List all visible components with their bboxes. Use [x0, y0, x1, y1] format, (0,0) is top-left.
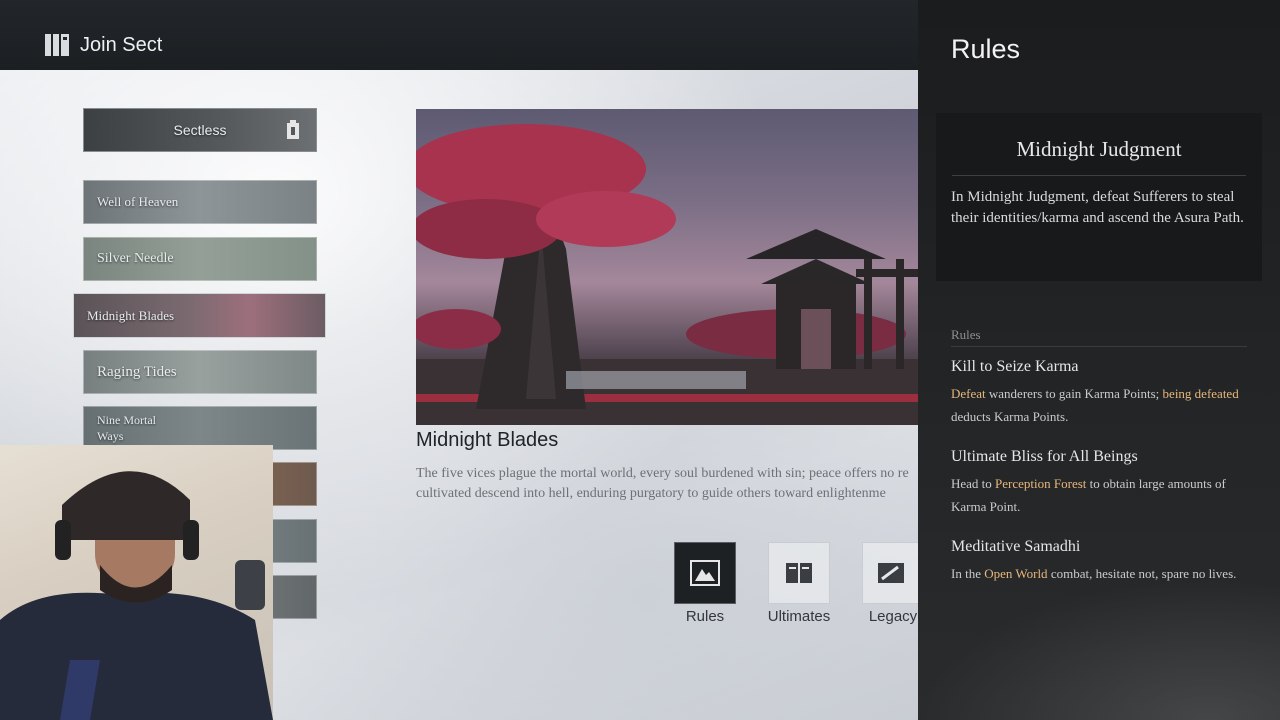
- rule-body: Head to Perception Forest to obtain larg…: [951, 472, 1247, 518]
- tab-label: Rules: [685, 608, 725, 625]
- divider: [952, 175, 1246, 176]
- page-title: Join Sect: [80, 33, 163, 56]
- mode-info-card: Midnight Judgment In Midnight Judgment, …: [936, 113, 1262, 281]
- sect-item-label: Well of Heaven: [97, 194, 179, 209]
- sect-description: The five vices plague the mortal world, …: [416, 466, 909, 501]
- divider: [951, 346, 1247, 347]
- rules-icon: [690, 560, 720, 586]
- top-bar: Join Sect: [0, 0, 918, 70]
- sect-item-silver-needle[interactable]: Silver Needle: [83, 237, 317, 281]
- sect-item-label: Midnight Blades: [87, 307, 175, 323]
- tab-box: [674, 542, 736, 604]
- rule-item: Meditative Samadhi In the Open World com…: [951, 538, 1247, 585]
- rule-title: Meditative Samadhi: [951, 538, 1081, 555]
- rule-highlight: being defeated: [1162, 386, 1239, 401]
- rule-item: Kill to Seize Karma Defeat wanderers to …: [951, 358, 1247, 428]
- tab-ultimates[interactable]: Ultimates: [768, 542, 830, 625]
- rule-highlight: Perception Forest: [995, 476, 1087, 491]
- rules-section-label: Rules: [951, 327, 981, 342]
- tab-box: [862, 542, 918, 604]
- mode-description: In Midnight Judgment, defeat Sufferers t…: [951, 189, 1244, 226]
- sect-item-well-of-heaven[interactable]: Well of Heaven: [83, 180, 317, 224]
- mode-title: Midnight Judgment: [1016, 137, 1182, 161]
- sect-item-nine-mortal-ways[interactable]: Nine Mortal Ways: [83, 406, 317, 450]
- rule-highlight: Open World: [984, 566, 1048, 581]
- rule-text: combat, hesitate not, spare no lives.: [1047, 566, 1237, 581]
- sect-item-label: Sectless: [173, 122, 227, 138]
- rule-title: Kill to Seize Karma: [951, 358, 1079, 375]
- rule-item: Ultimate Bliss for All Beings Head to Pe…: [951, 448, 1247, 518]
- sect-hero-image: [416, 109, 918, 425]
- rule-text: wanderers to gain Karma Points;: [985, 386, 1163, 401]
- rule-title: Ultimate Bliss for All Beings: [951, 448, 1138, 465]
- legacy-icon: [877, 563, 904, 583]
- sect-item-label: Silver Needle: [97, 251, 174, 266]
- rule-text: In the: [951, 566, 985, 581]
- rule-highlight: Defeat: [951, 386, 986, 401]
- header-title-group: Join Sect: [44, 33, 162, 57]
- book-icon: [786, 563, 812, 583]
- sect-book-icon: [45, 34, 69, 56]
- sect-item-label: Nine Mortal Ways: [97, 413, 156, 443]
- webcam-overlay: [0, 445, 273, 720]
- tab-box: [768, 542, 830, 604]
- landscape-illustration: [416, 124, 918, 425]
- rule-body: In the Open World combat, hesitate not, …: [951, 562, 1247, 585]
- sect-name-heading: Midnight Blades: [416, 429, 559, 451]
- rules-panel-title: Rules: [951, 34, 1021, 64]
- rule-text: Head to: [951, 476, 996, 491]
- sect-item-raging-tides[interactable]: Raging Tides: [83, 350, 317, 394]
- tab-label: Ultimates: [767, 608, 831, 625]
- rule-text: deducts Karma Points.: [951, 409, 1069, 424]
- tab-legacy[interactable]: Legacy: [862, 542, 924, 625]
- streamer-figure: [0, 471, 273, 720]
- sect-item-label: Raging Tides: [97, 363, 177, 380]
- rule-body: Defeat wanderers to gain Karma Points; b…: [951, 382, 1247, 428]
- sect-item-midnight-blades[interactable]: Midnight Blades: [73, 293, 326, 338]
- warrior-silhouette-icon: [287, 120, 299, 139]
- tab-rules[interactable]: Rules: [674, 542, 736, 625]
- sect-item-sectless[interactable]: Sectless: [83, 108, 317, 152]
